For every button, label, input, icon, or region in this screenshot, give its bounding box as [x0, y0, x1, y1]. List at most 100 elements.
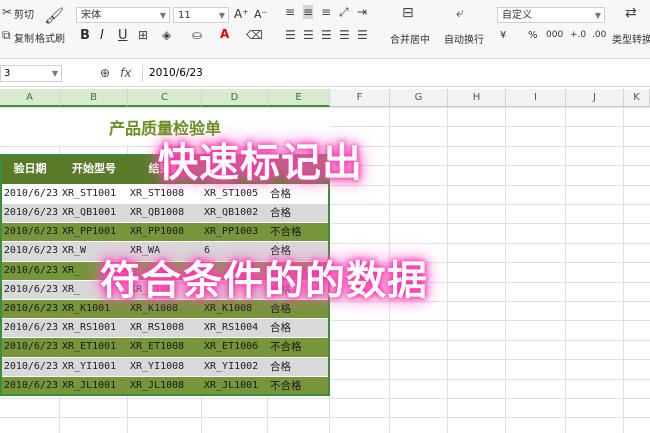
italic-button[interactable]: I	[100, 28, 104, 43]
table-cell[interactable]: 不合格	[268, 338, 330, 356]
orientation-icon[interactable]: ⤢	[339, 5, 349, 20]
table-cell[interactable]: 2010/6/23	[0, 300, 60, 318]
merge-center-button[interactable]: 合并居中	[390, 31, 430, 46]
cut-button[interactable]: 剪切	[14, 6, 34, 21]
column-header-e[interactable]: E	[268, 89, 330, 107]
grid-vline	[447, 107, 448, 433]
fill-color-icon[interactable]: ◈	[162, 28, 171, 42]
table-cell[interactable]: XR_ET1001	[60, 338, 128, 356]
bold-button[interactable]: B	[80, 28, 90, 43]
column-header-h[interactable]: H	[448, 89, 506, 107]
align-right-icon[interactable]: ☰	[321, 28, 332, 42]
table-cell[interactable]: 2010/6/23	[0, 319, 60, 337]
copy-button[interactable]: 复制	[14, 30, 34, 45]
currency-button[interactable]: ¥	[500, 30, 506, 41]
column-header-f[interactable]: F	[330, 89, 390, 107]
column-header-b[interactable]: B	[60, 89, 128, 107]
table-cell[interactable]: 合格	[268, 319, 330, 337]
format-painter-button[interactable]: 格式刷	[35, 30, 65, 45]
format-painter-icon[interactable]: 🖌	[44, 6, 64, 25]
column-header-a[interactable]: A	[0, 89, 60, 107]
grid-vline	[623, 107, 624, 433]
column-header-k[interactable]: K	[624, 89, 650, 107]
font-size-select[interactable]: 11 ▼	[173, 7, 229, 23]
border-icon[interactable]: ⊞	[138, 28, 148, 42]
table-cell[interactable]: 2010/6/23	[0, 185, 60, 203]
scissors-icon[interactable]: ✂	[2, 5, 12, 19]
table-cell[interactable]: XR_JL1001	[202, 377, 268, 395]
table-cell[interactable]: XR_JL1001	[60, 377, 128, 395]
table-cell[interactable]: XR_PP1003	[202, 223, 268, 241]
table-cell[interactable]: 不合格	[268, 223, 330, 241]
align-bottom-icon[interactable]: ≡	[321, 5, 331, 19]
table-cell[interactable]: XR_RS1008	[128, 319, 202, 337]
percent-button[interactable]: %	[528, 30, 538, 41]
column-header-c[interactable]: C	[128, 89, 202, 107]
table-cell[interactable]: XR_QB1002	[202, 204, 268, 222]
header-cell[interactable]: 开始型号	[60, 154, 128, 184]
overlay-caption-line2: 符合条件的的数据	[100, 258, 428, 304]
column-header-g[interactable]: G	[390, 89, 448, 107]
table-cell[interactable]: 2010/6/23	[0, 204, 60, 222]
table-cell[interactable]: XR_ET1006	[202, 338, 268, 356]
table-cell[interactable]: XR_QB1001	[60, 204, 128, 222]
wrap-icon[interactable]: ⤶	[456, 5, 464, 21]
font-name-select[interactable]: 宋体 ▼	[76, 7, 170, 23]
indent-icon[interactable]: ⇥	[357, 5, 367, 19]
name-box[interactable]: 3 ▼	[0, 65, 62, 82]
type-convert-button[interactable]: 类型转换	[612, 31, 650, 46]
header-cell[interactable]: 验日期	[0, 154, 60, 184]
table-cell[interactable]: 2010/6/23	[0, 338, 60, 356]
grid-hline	[0, 107, 650, 108]
align-middle-icon[interactable]: ≡	[303, 5, 314, 19]
formula-input[interactable]: 2010/6/23	[142, 65, 650, 82]
wrap-text-button[interactable]: 自动换行	[444, 31, 484, 46]
convert-icon[interactable]: ⇄	[625, 5, 637, 21]
column-header-d[interactable]: D	[202, 89, 268, 107]
copy-icon[interactable]: ⧉	[2, 28, 11, 43]
table-cell[interactable]: XR_RS1001	[60, 319, 128, 337]
font-shrink-button[interactable]: A⁻	[254, 8, 267, 21]
fx-icon[interactable]: fx	[120, 66, 131, 80]
table-cell[interactable]: XR_YI1008	[128, 358, 202, 376]
underline-button[interactable]: U	[118, 28, 128, 43]
table-cell[interactable]: 不合格	[268, 377, 330, 395]
zoom-icon[interactable]: ⊕	[100, 66, 110, 80]
table-cell[interactable]: 2010/6/23	[0, 377, 60, 395]
table-cell[interactable]: 2010/6/23	[0, 262, 60, 280]
grid-hline	[0, 398, 650, 399]
distributed-icon[interactable]: ☰	[357, 28, 368, 42]
table-cell[interactable]: XR_YI1002	[202, 358, 268, 376]
font-grow-button[interactable]: A⁺	[234, 7, 249, 21]
column-header-i[interactable]: I	[506, 89, 566, 107]
number-format-select[interactable]: 自定义 ▼	[497, 7, 605, 23]
thousands-button[interactable]: 000	[546, 30, 563, 40]
align-top-icon[interactable]: ≡	[285, 5, 295, 19]
table-cell[interactable]: XR_RS1004	[202, 319, 268, 337]
align-left-icon[interactable]: ☰	[285, 28, 296, 42]
column-header-j[interactable]: J	[566, 89, 624, 107]
table-cell[interactable]: XR_PP1001	[60, 223, 128, 241]
fill-bucket-icon[interactable]: ⛀	[192, 28, 202, 42]
table-cell[interactable]: XR_ET1008	[128, 338, 202, 356]
table-cell[interactable]: XR_ST1001	[60, 185, 128, 203]
table-cell[interactable]: XR_PP1008	[128, 223, 202, 241]
table-cell[interactable]: 2010/6/23	[0, 242, 60, 260]
increase-decimal-button[interactable]: +.0	[570, 30, 586, 40]
table-cell[interactable]: XR_JL1008	[128, 377, 202, 395]
table-cell[interactable]: 2010/6/23	[0, 223, 60, 241]
eraser-icon[interactable]: ⌫	[246, 28, 263, 42]
font-color-icon[interactable]: A	[220, 27, 229, 41]
table-cell[interactable]: 合格	[268, 204, 330, 222]
merge-icon[interactable]: ⊟	[402, 5, 414, 21]
table-cell[interactable]: 2010/6/23	[0, 358, 60, 376]
table-cell[interactable]: XR_YI1001	[60, 358, 128, 376]
table-cell[interactable]: XR_QB1008	[128, 204, 202, 222]
table-cell[interactable]: 合格	[268, 358, 330, 376]
align-center-icon[interactable]: ☰	[303, 28, 314, 42]
decrease-decimal-button[interactable]: .00	[592, 30, 606, 40]
spreadsheet-app: ✂ 剪切 ⧉ 复制 🖌 格式刷 宋体 ▼ 11 ▼ A⁺ A⁻ B I U ⊞ ◈ …	[0, 0, 650, 433]
chevron-down-icon: ▼	[159, 11, 166, 20]
table-cell[interactable]: 2010/6/23	[0, 281, 60, 299]
justify-icon[interactable]: ☰	[339, 28, 350, 42]
